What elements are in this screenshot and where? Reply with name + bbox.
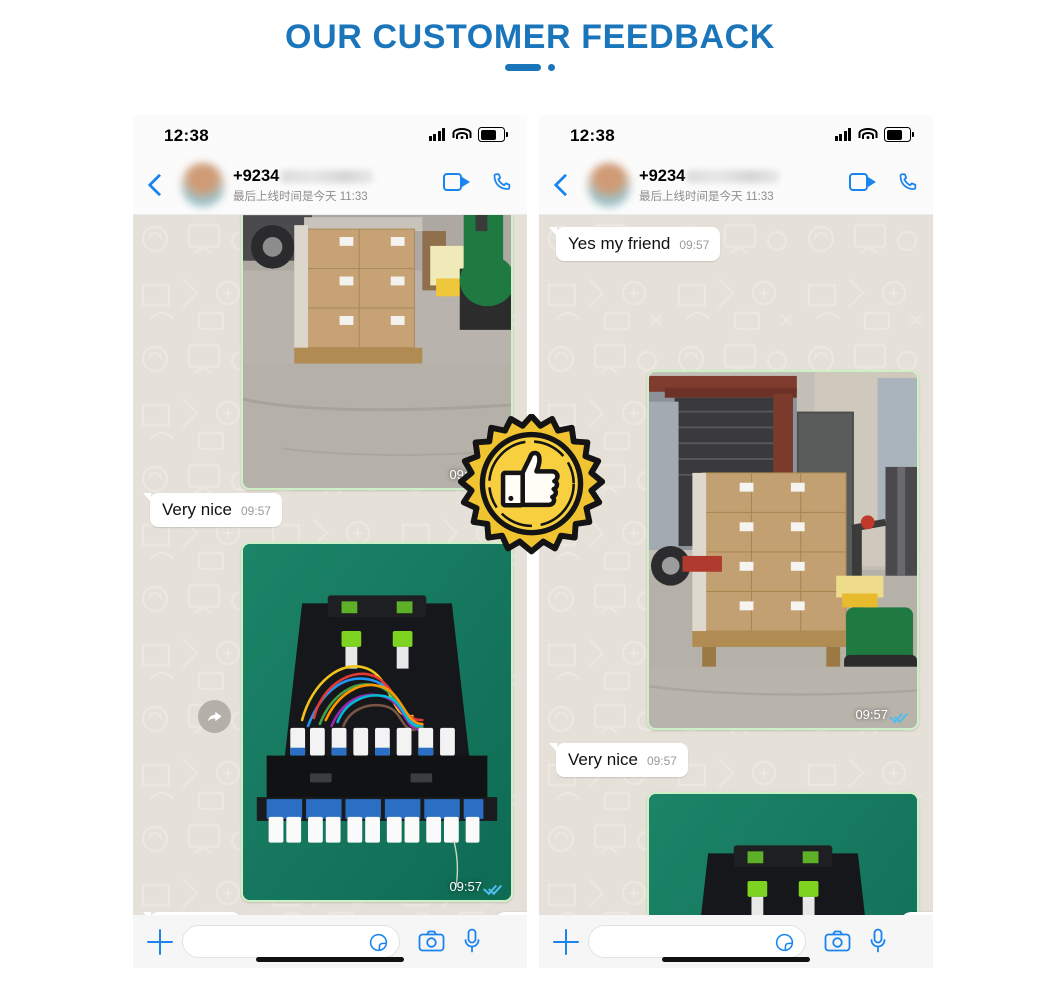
chat-header-actions (443, 171, 513, 193)
contact-last-seen: 最后上线时间是今天 11:33 (639, 191, 774, 203)
phone-call-icon[interactable] (491, 171, 513, 193)
contact-name: +9234 (233, 167, 374, 186)
camera-icon[interactable] (824, 930, 851, 952)
camera-icon[interactable] (418, 930, 445, 952)
signal-icon (428, 128, 445, 141)
microphone-icon[interactable] (463, 928, 481, 954)
battery-icon (884, 127, 914, 142)
image-message-fiber-patch-panel[interactable]: 09:57 (241, 542, 513, 902)
message-timestamp: 09:57 (855, 707, 909, 722)
signal-icon (834, 128, 851, 141)
page-title: OUR CUSTOMER FEEDBACK (285, 18, 775, 56)
add-attachment-icon[interactable] (147, 929, 173, 955)
status-bar: 12:38 (539, 115, 933, 157)
contact-info[interactable]: +9234 最后上线时间是今天 11:33 (233, 167, 374, 204)
underline-dot (548, 64, 555, 71)
contact-name-text: +9234 (233, 167, 280, 185)
image-message-fiber-patch-panel[interactable] (647, 792, 919, 915)
read-receipt-icon (486, 881, 503, 892)
forward-message-button[interactable] (198, 700, 231, 733)
message-input[interactable] (588, 925, 806, 958)
wifi-icon (858, 128, 877, 141)
title-underline-decoration (0, 64, 1060, 71)
message-timestamp: 09:57 (449, 879, 503, 894)
read-receipt-icon (892, 709, 909, 720)
wifi-icon (452, 128, 471, 141)
status-bar-icons (428, 127, 508, 142)
contact-name-text: +9234 (639, 167, 686, 185)
contact-name-redaction (281, 170, 374, 183)
contact-last-seen: 最后上线时间是今天 11:33 (233, 191, 368, 203)
avatar[interactable] (587, 163, 631, 207)
status-bar-icons (834, 127, 914, 142)
status-bar-time: 12:38 (570, 126, 615, 145)
phone-call-icon[interactable] (897, 171, 919, 193)
home-indicator (662, 957, 810, 962)
contact-name: +9234 (639, 167, 780, 186)
message-timestamp: 09:57 (646, 754, 677, 768)
message-input[interactable] (182, 925, 400, 958)
sticker-icon[interactable] (368, 932, 389, 953)
message-text: Very nice (162, 500, 232, 519)
message-timestamp: 09:57 (679, 238, 710, 252)
status-bar-time: 12:38 (164, 126, 209, 145)
video-call-icon[interactable] (849, 172, 876, 192)
message-input-bar (539, 915, 933, 968)
home-indicator (256, 957, 404, 962)
battery-icon (478, 127, 508, 142)
message-bubble-very-nice[interactable]: Very nice 09:57 (143, 493, 282, 527)
contact-name-redaction (687, 170, 780, 183)
microphone-icon[interactable] (869, 928, 887, 954)
video-call-icon[interactable] (443, 172, 470, 192)
message-bubble-yes-my-friend[interactable]: Yes my friend 09:57 (548, 227, 721, 261)
chat-header: +9234 最后上线时间是今天 11:33 (539, 157, 933, 215)
underline-bar (505, 64, 541, 71)
message-text: Very nice (568, 750, 638, 769)
add-attachment-icon[interactable] (553, 929, 579, 955)
contact-info[interactable]: +9234 最后上线时间是今天 11:33 (639, 167, 780, 204)
message-bubble-very-nice[interactable]: Very nice 09:57 (549, 743, 688, 777)
status-bar: 12:38 (133, 115, 527, 157)
back-chevron-icon[interactable] (551, 171, 573, 199)
message-timestamp: 09:57 (240, 504, 271, 518)
sticker-icon[interactable] (774, 932, 795, 953)
message-input-bar (133, 915, 527, 968)
avatar[interactable] (181, 163, 225, 207)
chat-header-actions (849, 171, 919, 193)
thumbs-up-gold-badge (453, 413, 610, 571)
chat-header: +9234 最后上线时间是今天 11:33 (133, 157, 527, 215)
message-text: Yes my friend (568, 234, 671, 253)
image-message-truck-loading[interactable]: 09:57 (647, 370, 919, 730)
back-chevron-icon[interactable] (145, 171, 167, 199)
